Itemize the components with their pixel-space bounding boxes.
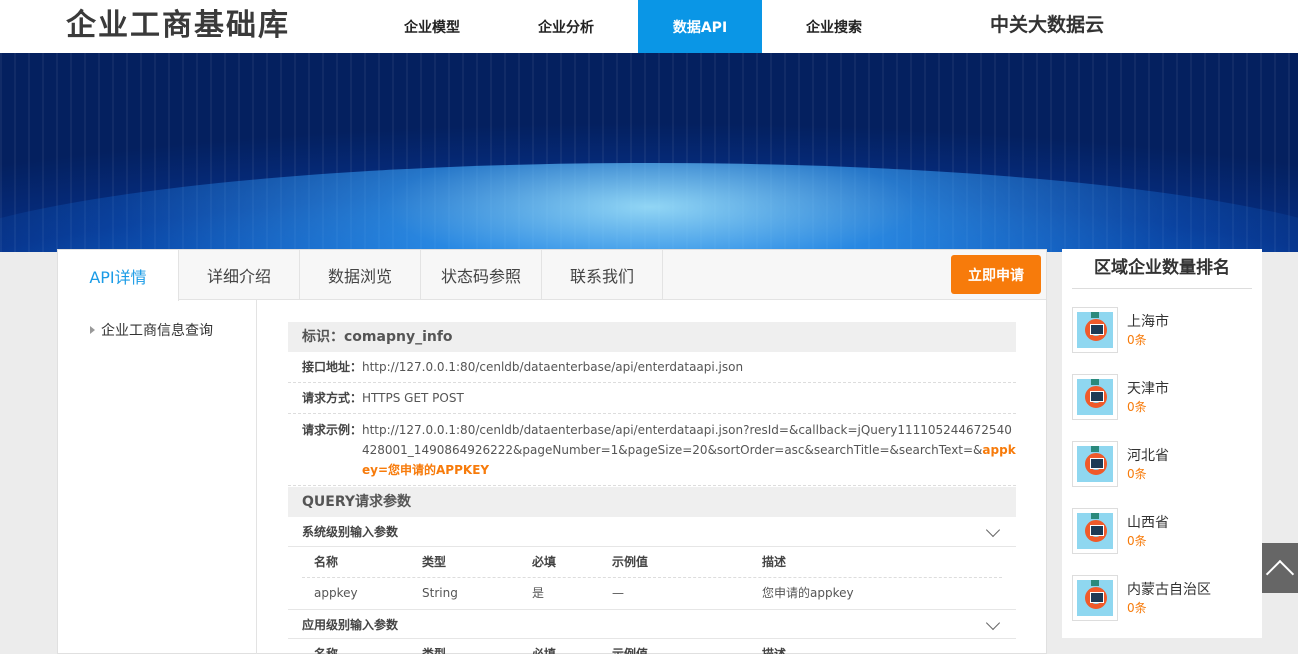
rank-item-tianjin[interactable]: 天津市 0条 [1072, 374, 1252, 420]
tab-data-browse[interactable]: 数据浏览 [300, 250, 421, 300]
col-required: 必填 [532, 555, 557, 569]
sys-params-label: 系统级别输入参数 [302, 525, 399, 539]
col-description: 描述 [762, 555, 787, 569]
rank-item-inner-mongolia[interactable]: 内蒙古自治区 0条 [1072, 575, 1252, 621]
brand-logo[interactable]: 中关大数据云 [990, 10, 1104, 40]
table-header-row: 名称 类型 必填 示例值 描述 [302, 547, 1002, 578]
info-row-endpoint: 接口地址： http://127.0.0.1:80/cenldb/dataent… [288, 352, 1016, 383]
nav-enterprise-model[interactable]: 企业模型 [370, 0, 494, 53]
cell-required: 是 [532, 586, 545, 600]
cell-description: 您申请的appkey [762, 586, 854, 600]
info-value: HTTPS GET POST [362, 391, 464, 405]
sys-params-table: 名称 类型 必填 示例值 描述 appkey String 是 — 您申请的ap… [302, 547, 1002, 609]
col-name: 名称 [314, 555, 339, 569]
tab-api-detail[interactable]: API详情 [58, 250, 179, 301]
info-value[interactable]: http://127.0.0.1:80/cenldb/dataenterbase… [362, 352, 1016, 382]
apply-now-button[interactable]: 立即申请 [951, 255, 1041, 294]
main-nav: 企业模型 企业分析 数据API 企业搜索 [370, 0, 906, 53]
col-type: 类型 [422, 555, 447, 569]
tab-contact-us[interactable]: 联系我们 [542, 250, 663, 300]
rank-item-shanghai[interactable]: 上海市 0条 [1072, 307, 1252, 353]
col-description: 描述 [762, 647, 787, 654]
sidebar-title: 区域企业数量排名 [1072, 249, 1252, 289]
nav-enterprise-search[interactable]: 企业搜索 [772, 0, 896, 53]
tab-status-codes[interactable]: 状态码参照 [421, 250, 542, 300]
rank-count: 0条 [1127, 333, 1147, 347]
rank-name: 天津市 [1127, 381, 1169, 397]
rank-name: 上海市 [1127, 314, 1169, 330]
left-nav: 企业工商信息查询 [58, 300, 257, 654]
col-example: 示例值 [612, 647, 649, 654]
sys-params-toggle[interactable]: 系统级别输入参数 [288, 517, 1016, 547]
cell-example: — [612, 586, 624, 600]
rank-name: 山西省 [1127, 515, 1169, 531]
info-value[interactable]: http://127.0.0.1:80/cenldb/dataenterbase… [362, 420, 1016, 480]
app-params-label: 应用级别输入参数 [302, 618, 399, 632]
app-params-toggle[interactable]: 应用级别输入参数 [288, 609, 1016, 639]
col-type: 类型 [422, 647, 447, 654]
rank-count: 0条 [1127, 534, 1147, 548]
api-identifier: 标识：comapny_info [288, 322, 1016, 352]
rank-count: 0条 [1127, 601, 1147, 615]
cell-type: String [422, 586, 458, 600]
chevron-up-icon [1265, 559, 1295, 589]
enterprise-icon [1072, 575, 1118, 621]
app-params-table: 名称 类型 必填 示例值 描述 [302, 639, 1002, 654]
col-name: 名称 [314, 647, 339, 654]
leftnav-item-label: 企业工商信息查询 [101, 323, 213, 339]
info-label: 接口地址： [301, 360, 362, 374]
enterprise-icon [1072, 307, 1118, 353]
rank-count: 0条 [1127, 400, 1147, 414]
enterprise-icon [1072, 508, 1118, 554]
chevron-down-icon [985, 522, 1001, 538]
col-example: 示例值 [612, 555, 649, 569]
example-url: http://127.0.0.1:80/cenldb/dataenterbase… [362, 423, 1012, 457]
info-label: 请求方式： [301, 391, 362, 405]
nav-enterprise-analysis[interactable]: 企业分析 [504, 0, 628, 53]
info-label: 请求示例： [301, 423, 362, 437]
caret-right-icon [90, 326, 95, 334]
enterprise-icon [1072, 441, 1118, 487]
rank-item-shanxi[interactable]: 山西省 0条 [1072, 508, 1252, 554]
table-header-row: 名称 类型 必填 示例值 描述 [302, 639, 1002, 654]
api-detail-panel: API详情 详细介绍 数据浏览 状态码参照 联系我们 立即申请 企业工商信息查询… [57, 249, 1047, 654]
info-row-example: 请求示例： http://127.0.0.1:80/cenldb/dataent… [288, 414, 1016, 486]
detail-tabs: API详情 详细介绍 数据浏览 状态码参照 联系我们 立即申请 [58, 250, 1046, 301]
query-params-head: QUERY请求参数 [288, 487, 1016, 517]
rank-item-hebei[interactable]: 河北省 0条 [1072, 441, 1252, 487]
table-row: appkey String 是 — 您申请的appkey [302, 578, 1002, 609]
rank-name: 河北省 [1127, 448, 1169, 464]
info-row-method: 请求方式： HTTPS GET POST [288, 383, 1016, 414]
rank-name: 内蒙古自治区 [1127, 582, 1211, 598]
col-required: 必填 [532, 647, 557, 654]
chevron-down-icon [985, 615, 1001, 631]
cell-name: appkey [314, 586, 358, 600]
back-to-top-button[interactable] [1262, 543, 1298, 593]
region-ranking-sidebar: 区域企业数量排名 上海市 0条 天津市 0条 河北省 0条 山西省 0条 内蒙古… [1062, 249, 1262, 638]
top-header: 企业工商基础库 企业模型 企业分析 数据API 企业搜索 中关大数据云 [0, 0, 1298, 53]
site-logo[interactable]: 企业工商基础库 [66, 6, 290, 46]
rank-count: 0条 [1127, 467, 1147, 481]
leftnav-item-enterprise-info[interactable]: 企业工商信息查询 [90, 320, 213, 340]
api-content: 标识：comapny_info 接口地址： http://127.0.0.1:8… [288, 322, 1016, 654]
enterprise-icon [1072, 374, 1118, 420]
hero-banner [0, 53, 1298, 252]
nav-data-api[interactable]: 数据API [638, 0, 762, 53]
tab-detailed-intro[interactable]: 详细介绍 [179, 250, 300, 300]
